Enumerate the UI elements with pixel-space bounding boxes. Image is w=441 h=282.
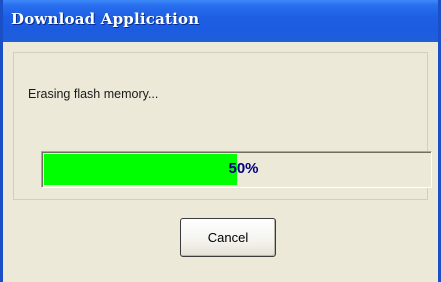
dialog-body: Erasing flash memory... 50% Cancel: [3, 42, 438, 282]
window-title: Download Application: [11, 10, 200, 28]
progress-bar: 50%: [41, 151, 432, 188]
cancel-button[interactable]: Cancel: [180, 218, 276, 257]
dialog-window: Download Application Erasing flash memor…: [0, 0, 441, 282]
status-message: Erasing flash memory...: [28, 87, 159, 101]
status-group-box: Erasing flash memory... 50%: [13, 52, 432, 200]
title-bar[interactable]: Download Application: [3, 0, 438, 42]
progress-percent-label: 50%: [228, 160, 259, 177]
